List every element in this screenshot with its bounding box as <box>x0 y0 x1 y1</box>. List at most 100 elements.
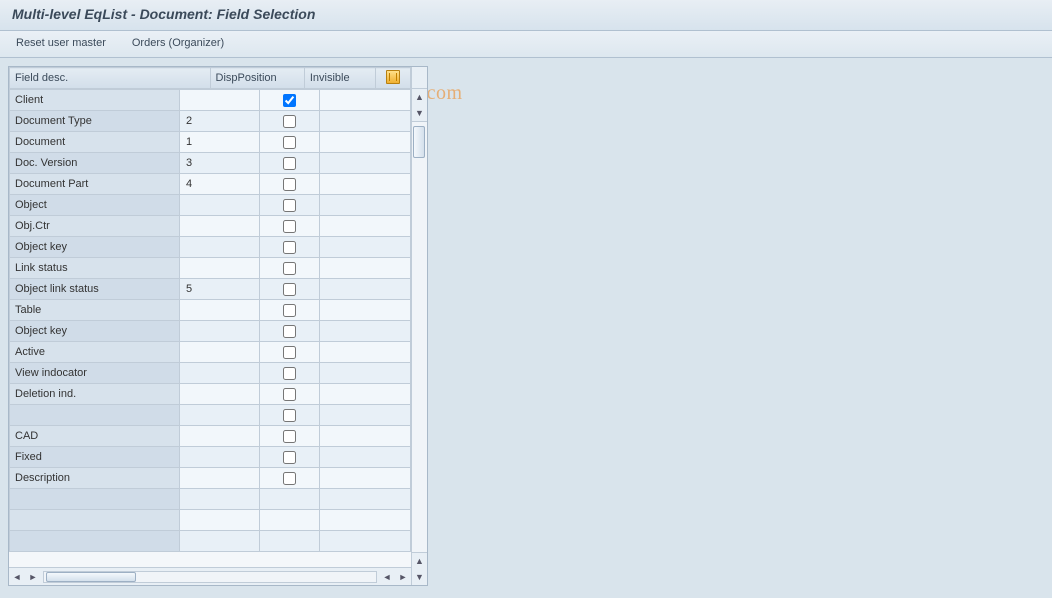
invisible-checkbox[interactable] <box>283 430 296 443</box>
table-row[interactable]: Document Type2 <box>10 111 411 132</box>
disp-position-cell[interactable]: 3 <box>180 153 260 174</box>
field-desc-cell[interactable]: Object key <box>10 321 180 342</box>
invisible-cell[interactable] <box>260 237 320 258</box>
invisible-cell[interactable] <box>260 426 320 447</box>
invisible-checkbox[interactable] <box>283 451 296 464</box>
invisible-checkbox[interactable] <box>283 220 296 233</box>
invisible-cell[interactable] <box>260 258 320 279</box>
table-row[interactable]: Obj.Ctr <box>10 216 411 237</box>
disp-position-cell[interactable] <box>180 384 260 405</box>
reset-user-master-button[interactable]: Reset user master <box>12 35 110 51</box>
table-row[interactable]: Doc. Version3 <box>10 153 411 174</box>
orders-organizer-button[interactable]: Orders (Organizer) <box>128 35 228 51</box>
vertical-scrollbar[interactable]: ▲ ▼ ▲ ▼ <box>411 67 427 585</box>
invisible-checkbox[interactable] <box>283 115 296 128</box>
field-desc-cell[interactable]: CAD <box>10 426 180 447</box>
table-row[interactable]: Active <box>10 342 411 363</box>
invisible-cell[interactable] <box>260 216 320 237</box>
field-desc-cell[interactable]: Object link status <box>10 279 180 300</box>
vscroll-track[interactable] <box>412 121 427 553</box>
invisible-cell[interactable] <box>260 300 320 321</box>
disp-position-cell[interactable] <box>180 489 260 510</box>
disp-position-cell[interactable]: 2 <box>180 111 260 132</box>
field-desc-cell[interactable]: Obj.Ctr <box>10 216 180 237</box>
table-row[interactable]: Description <box>10 468 411 489</box>
disp-position-cell[interactable] <box>180 300 260 321</box>
invisible-checkbox[interactable] <box>283 388 296 401</box>
scroll-left-end-icon[interactable]: ◄ <box>379 570 395 584</box>
invisible-cell[interactable] <box>260 174 320 195</box>
hscroll-track[interactable] <box>43 571 377 583</box>
field-desc-cell[interactable]: Link status <box>10 258 180 279</box>
field-desc-cell[interactable] <box>10 405 180 426</box>
invisible-cell[interactable] <box>260 489 320 510</box>
scroll-down-step-icon[interactable]: ▼ <box>412 105 427 121</box>
table-row[interactable]: Object key <box>10 321 411 342</box>
scroll-up-end-icon[interactable]: ▲ <box>412 553 427 569</box>
table-row[interactable]: Link status <box>10 258 411 279</box>
disp-position-cell[interactable] <box>180 363 260 384</box>
table-row[interactable]: Table <box>10 300 411 321</box>
scroll-right-end-icon[interactable]: ► <box>395 570 411 584</box>
invisible-cell[interactable] <box>260 90 320 111</box>
invisible-checkbox[interactable] <box>283 157 296 170</box>
disp-position-cell[interactable] <box>180 510 260 531</box>
invisible-checkbox[interactable] <box>283 262 296 275</box>
disp-position-cell[interactable] <box>180 531 260 552</box>
invisible-checkbox[interactable] <box>283 472 296 485</box>
field-desc-cell[interactable]: Object key <box>10 237 180 258</box>
invisible-cell[interactable] <box>260 321 320 342</box>
table-row[interactable]: Document1 <box>10 132 411 153</box>
disp-position-cell[interactable]: 1 <box>180 132 260 153</box>
table-row[interactable]: Object <box>10 195 411 216</box>
invisible-cell[interactable] <box>260 111 320 132</box>
scroll-left-icon[interactable]: ◄ <box>9 570 25 584</box>
disp-position-cell[interactable] <box>180 195 260 216</box>
invisible-cell[interactable] <box>260 153 320 174</box>
table-row[interactable]: Fixed <box>10 447 411 468</box>
table-row[interactable]: Client <box>10 90 411 111</box>
vscroll-thumb[interactable] <box>413 126 425 158</box>
invisible-cell[interactable] <box>260 510 320 531</box>
invisible-checkbox[interactable] <box>283 304 296 317</box>
disp-position-cell[interactable] <box>180 426 260 447</box>
field-desc-cell[interactable]: Active <box>10 342 180 363</box>
horizontal-scrollbar[interactable]: ◄ ► ◄ ► <box>9 567 411 585</box>
table-row[interactable]: CAD <box>10 426 411 447</box>
table-row[interactable]: Deletion ind. <box>10 384 411 405</box>
table-row[interactable]: View indocator <box>10 363 411 384</box>
hscroll-thumb[interactable] <box>46 572 136 582</box>
table-row[interactable]: Object key <box>10 237 411 258</box>
invisible-cell[interactable] <box>260 447 320 468</box>
invisible-cell[interactable] <box>260 342 320 363</box>
invisible-checkbox[interactable] <box>283 283 296 296</box>
col-header-invisible[interactable]: Invisible <box>304 68 375 89</box>
field-desc-cell[interactable]: Description <box>10 468 180 489</box>
disp-position-cell[interactable] <box>180 216 260 237</box>
field-desc-cell[interactable] <box>10 510 180 531</box>
field-desc-cell[interactable]: Fixed <box>10 447 180 468</box>
invisible-checkbox[interactable] <box>283 94 296 107</box>
col-header-disp-position[interactable]: DispPosition <box>210 68 304 89</box>
invisible-checkbox[interactable] <box>283 136 296 149</box>
disp-position-cell[interactable] <box>180 237 260 258</box>
field-desc-cell[interactable] <box>10 489 180 510</box>
field-desc-cell[interactable]: Object <box>10 195 180 216</box>
invisible-checkbox[interactable] <box>283 346 296 359</box>
scroll-up-icon[interactable]: ▲ <box>412 89 427 105</box>
invisible-checkbox[interactable] <box>283 178 296 191</box>
field-desc-cell[interactable]: Client <box>10 90 180 111</box>
invisible-checkbox[interactable] <box>283 409 296 422</box>
field-desc-cell[interactable]: View indocator <box>10 363 180 384</box>
invisible-cell[interactable] <box>260 468 320 489</box>
table-config-button[interactable] <box>375 68 410 89</box>
table-row[interactable]: Object link status5 <box>10 279 411 300</box>
disp-position-cell[interactable] <box>180 468 260 489</box>
table-row[interactable] <box>10 489 411 510</box>
invisible-cell[interactable] <box>260 531 320 552</box>
disp-position-cell[interactable] <box>180 447 260 468</box>
invisible-cell[interactable] <box>260 132 320 153</box>
disp-position-cell[interactable]: 5 <box>180 279 260 300</box>
invisible-cell[interactable] <box>260 195 320 216</box>
field-desc-cell[interactable]: Document <box>10 132 180 153</box>
